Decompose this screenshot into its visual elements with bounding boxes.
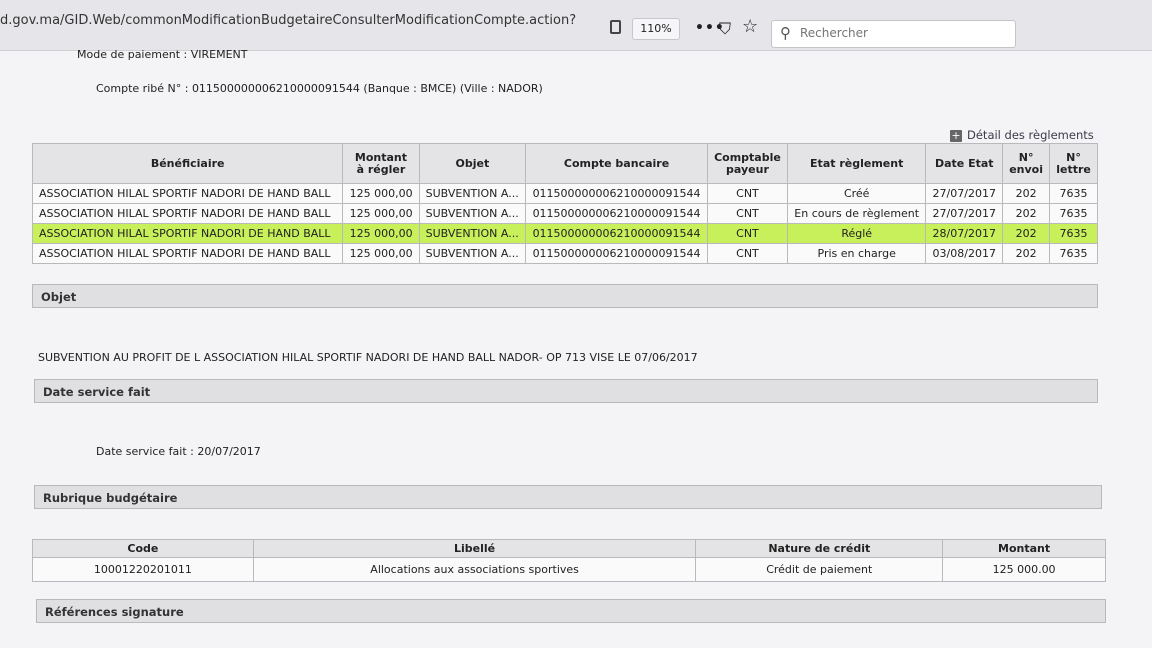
table-row[interactable]: ASSOCIATION HILAL SPORTIF NADORI DE HAND… <box>31 183 1098 204</box>
col-code[interactable]: Code <box>32 539 254 558</box>
section-date-service[interactable]: Date service fait <box>34 379 1098 403</box>
col-date[interactable]: Date Etat <box>925 143 1004 184</box>
cell-lettre: 7635 <box>1049 203 1098 224</box>
col-montant-rubrique[interactable]: Montant <box>942 539 1106 558</box>
cell-beneficiaire: ASSOCIATION HILAL SPORTIF NADORI DE HAND… <box>31 183 344 204</box>
table-row-highlighted[interactable]: ASSOCIATION HILAL SPORTIF NADORI DE HAND… <box>31 223 1098 244</box>
cell-date: 28/07/2017 <box>925 223 1004 244</box>
reglements-table: Bénéficiaire Montant à régler Objet Comp… <box>31 143 1098 264</box>
cell-comptable: CNT <box>706 203 789 224</box>
cell-libelle: Allocations aux associations sportives <box>252 557 697 582</box>
col-envoi[interactable]: N° envoi <box>1002 143 1051 184</box>
cell-montant: 125 000,00 <box>342 183 420 204</box>
cell-envoi: 202 <box>1002 223 1051 244</box>
detail-reglements-link[interactable]: + Détail des règlements <box>950 128 1094 142</box>
page-content: Mode de paiement : VIREMENT Compte ribé … <box>0 48 1152 648</box>
cell-etat: Créé <box>787 183 927 204</box>
cell-comptable: CNT <box>706 183 789 204</box>
cell-montant: 125 000,00 <box>342 243 420 264</box>
cell-compte: 011500000006210000091544 <box>525 203 708 224</box>
section-objet[interactable]: Objet <box>32 284 1098 308</box>
search-icon: ⚲ <box>780 24 791 42</box>
cell-objet: SUBVENTION A... <box>418 203 527 224</box>
cell-envoi: 202 <box>1002 243 1051 264</box>
cell-date: 27/07/2017 <box>925 203 1004 224</box>
cell-lettre: 7635 <box>1049 183 1098 204</box>
col-beneficiaire[interactable]: Bénéficiaire <box>31 143 344 184</box>
rubrique-table: Code Libellé Nature de crédit Montant 10… <box>32 539 1106 582</box>
col-nature[interactable]: Nature de crédit <box>695 539 944 558</box>
plus-icon: + <box>950 129 962 142</box>
date-service-text: Date service fait : 20/07/2017 <box>96 445 261 458</box>
cell-objet: SUBVENTION A... <box>418 243 527 264</box>
col-etat[interactable]: Etat règlement <box>787 143 927 184</box>
table-header-row: Bénéficiaire Montant à régler Objet Comp… <box>31 143 1098 184</box>
cell-code: 10001220201011 <box>32 557 254 582</box>
cell-beneficiaire: ASSOCIATION HILAL SPORTIF NADORI DE HAND… <box>31 223 344 244</box>
cell-compte: 011500000006210000091544 <box>525 223 708 244</box>
detail-reglements-label: Détail des règlements <box>967 128 1094 142</box>
table-row[interactable]: ASSOCIATION HILAL SPORTIF NADORI DE HAND… <box>31 203 1098 224</box>
cell-objet: SUBVENTION A... <box>418 183 527 204</box>
table-header-row: Code Libellé Nature de crédit Montant <box>32 539 1106 558</box>
cell-montant: 125 000,00 <box>342 223 420 244</box>
cell-envoi: 202 <box>1002 203 1051 224</box>
cell-lettre: 7635 <box>1049 223 1098 244</box>
compte-ribe: Compte ribé N° : 01150000000621000009154… <box>96 82 543 95</box>
cell-lettre: 7635 <box>1049 243 1098 264</box>
browser-toolbar: d.gov.ma/GID.Web/commonModificationBudge… <box>0 0 1152 51</box>
cell-compte: 011500000006210000091544 <box>525 183 708 204</box>
cell-etat: En cours de règlement <box>787 203 927 224</box>
cell-beneficiaire: ASSOCIATION HILAL SPORTIF NADORI DE HAND… <box>31 203 344 224</box>
cell-objet: SUBVENTION A... <box>418 223 527 244</box>
cell-envoi: 202 <box>1002 183 1051 204</box>
cell-montant: 125 000,00 <box>342 203 420 224</box>
section-date-service-title: Date service fait <box>43 385 151 399</box>
col-libelle[interactable]: Libellé <box>252 539 697 558</box>
cell-montant-rubrique: 125 000.00 <box>942 557 1106 582</box>
col-lettre[interactable]: N° lettre <box>1049 143 1098 184</box>
cell-nature: Crédit de paiement <box>695 557 944 582</box>
section-rubrique[interactable]: Rubrique budgétaire <box>34 485 1102 509</box>
objet-text: SUBVENTION AU PROFIT DE L ASSOCIATION HI… <box>38 351 698 364</box>
cell-comptable: CNT <box>706 243 789 264</box>
section-rubrique-title: Rubrique budgétaire <box>43 491 178 505</box>
col-comptable[interactable]: Comptable payeur <box>706 143 789 184</box>
mode-paiement: Mode de paiement : VIREMENT <box>77 48 248 61</box>
search-input[interactable] <box>798 25 1012 41</box>
cell-etat: Réglé <box>787 223 927 244</box>
cell-etat: Pris en charge <box>787 243 927 264</box>
col-montant[interactable]: Montant à régler <box>342 143 420 184</box>
table-row[interactable]: ASSOCIATION HILAL SPORTIF NADORI DE HAND… <box>31 243 1098 264</box>
section-objet-title: Objet <box>41 290 77 304</box>
table-row[interactable]: 10001220201011 Allocations aux associati… <box>32 557 1106 582</box>
reader-view-icon[interactable] <box>610 20 621 34</box>
col-objet[interactable]: Objet <box>418 143 527 184</box>
cell-date: 03/08/2017 <box>925 243 1004 264</box>
section-references-title: Références signature <box>45 605 184 619</box>
cell-beneficiaire: ASSOCIATION HILAL SPORTIF NADORI DE HAND… <box>31 243 344 264</box>
bookmark-star-icon[interactable]: ☆ <box>742 16 758 37</box>
zoom-level[interactable]: 110% <box>632 18 680 40</box>
section-references[interactable]: Références signature <box>36 599 1106 623</box>
search-box[interactable]: ⚲ <box>771 20 1016 48</box>
cell-compte: 011500000006210000091544 <box>525 243 708 264</box>
address-bar[interactable]: d.gov.ma/GID.Web/commonModificationBudge… <box>0 13 576 28</box>
col-compte[interactable]: Compte bancaire <box>525 143 708 184</box>
cell-comptable: CNT <box>706 223 789 244</box>
pocket-icon[interactable]: ⛉ <box>719 19 731 39</box>
cell-date: 27/07/2017 <box>925 183 1004 204</box>
